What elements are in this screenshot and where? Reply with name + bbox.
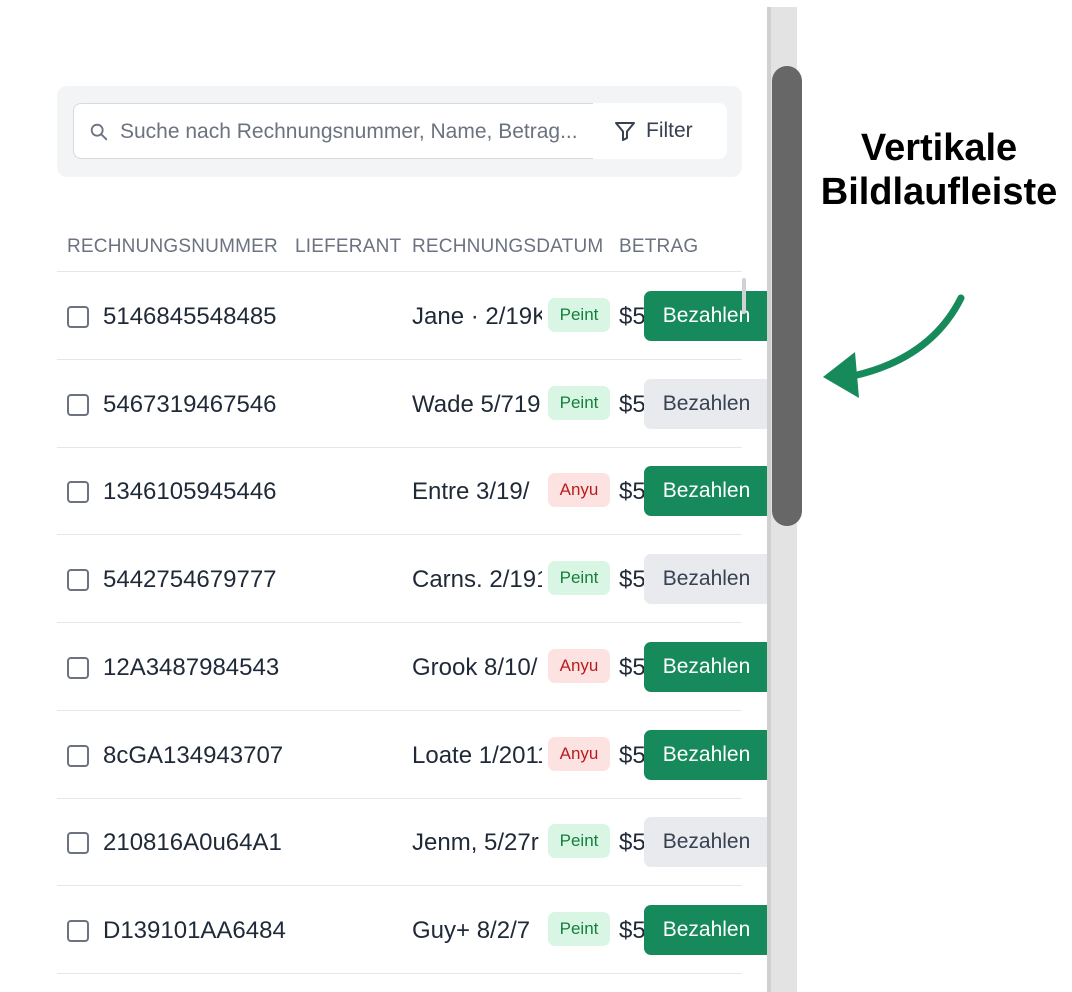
amount: $5 <box>619 829 646 857</box>
search-icon <box>90 123 108 141</box>
status-badge: Peint <box>548 911 610 946</box>
filter-button[interactable]: Filter <box>593 103 727 159</box>
supplier-date: Guy+ 8/2/7 <box>412 916 531 944</box>
pay-button[interactable]: Bezahlen <box>644 466 769 517</box>
column-header-invoice-number[interactable]: RECHNUNGSNUMMER <box>67 236 278 258</box>
table-row: 12A3487984543 Grook 8/10/Anyu $5 Bezahlen <box>57 623 769 711</box>
status-badge: Anyu <box>548 473 610 508</box>
row-checkbox[interactable] <box>67 832 89 855</box>
filter-label: Filter <box>646 119 693 142</box>
invoice-number: 5146845548485 <box>103 303 277 330</box>
status-badge: Peint <box>548 385 610 420</box>
invoice-number: 5442754679777 <box>103 566 277 594</box>
callout-line-2: Bildlaufleiste <box>820 171 1058 213</box>
supplier-date: Jane · 2/19K <box>412 303 542 330</box>
invoice-number: 210816A0u64A1 <box>103 829 282 857</box>
row-checkbox[interactable] <box>67 481 89 504</box>
table-row: 8cGA134943707 Loate 1/2011 Anyu $5 Bezahlen <box>57 711 769 799</box>
row-checkbox[interactable] <box>67 919 89 942</box>
amount: $5 <box>619 303 646 330</box>
row-checkbox[interactable] <box>67 393 89 416</box>
supplier-date: Jenm, 5/27r <box>412 829 539 857</box>
status-badge: Peint <box>548 824 610 859</box>
status-badge: Anyu <box>548 736 610 771</box>
search-input[interactable]: Suche nach Rechnungsnummer, Name, Betrag… <box>73 103 593 159</box>
scrollbar-callout: Vertikale Bildlaufleiste <box>808 126 1070 214</box>
curved-arrow-icon <box>823 294 965 398</box>
table-row: 5467319467546 Wade 5/719 Peint $5 Bezahlen <box>57 360 769 448</box>
row-checkbox[interactable] <box>67 569 89 592</box>
supplier-date: Grook 8/10/ <box>412 653 538 681</box>
status-badge: Peint <box>548 561 610 596</box>
status-badge: Peint <box>548 298 610 332</box>
supplier-date: Loate 1/2011 <box>412 741 542 769</box>
pay-button[interactable]: Bezahlen <box>644 904 769 955</box>
amount: $5 <box>619 653 646 681</box>
invoice-number: 12A3487984543 <box>103 653 280 681</box>
search-toolbar: Suche nach Rechnungsnummer, Name, Betrag… <box>57 86 742 177</box>
invoice-number: 8cGA134943707 <box>103 741 284 769</box>
status-badge: Anyu <box>548 648 610 683</box>
amount: $5 <box>619 741 646 769</box>
table-row: 5442754679777 Carns. 2/191 Peint $5 Bezahlen <box>57 535 769 624</box>
pay-button[interactable]: Bezahlen <box>644 291 769 341</box>
table-row: D139101AA6484 Guy+ 8/2/7 Peint $5 Bezahlen <box>57 886 769 974</box>
pay-button[interactable]: Bezahlen <box>644 817 769 868</box>
column-header-invoice-date[interactable]: RECHNUNGSDATUM <box>412 236 603 258</box>
table-row: 210816A0u64A1 Jenm, 5/27r Peint $5 Bezahlen <box>57 798 769 887</box>
invoice-number: 1346105945446 <box>103 478 277 506</box>
filter-icon <box>615 122 635 141</box>
amount: $5 <box>619 478 646 506</box>
row-checkbox[interactable] <box>67 744 89 767</box>
pay-button[interactable]: Bezahlen <box>644 729 769 780</box>
table-row: 5146845548485 Jane · 2/19K Peint $5 Bezahlen <box>57 272 769 360</box>
amount: $5 <box>619 566 646 594</box>
search-placeholder: Suche nach Rechnungsnummer, Name, Betrag… <box>120 120 578 143</box>
column-header-supplier[interactable]: LIEFERANT <box>295 236 401 258</box>
column-header-amount[interactable]: BETRAG <box>619 236 698 258</box>
table-scroll-indicator[interactable] <box>742 278 746 314</box>
supplier-date: Carns. 2/191 <box>412 566 542 594</box>
pay-button[interactable]: Bezahlen <box>644 641 769 692</box>
row-checkbox[interactable] <box>67 656 89 679</box>
scrollbar-thumb[interactable] <box>772 66 802 526</box>
amount: $5 <box>619 916 646 944</box>
row-checkbox[interactable] <box>67 306 89 328</box>
invoice-number: 5467319467546 <box>103 390 277 418</box>
callout-line-1: Vertikale <box>860 127 1018 169</box>
table-row: 1346105945446 Entre 3/19/Anyu $5 Bezahlen <box>57 447 769 536</box>
amount: $5 <box>619 390 646 418</box>
row-divider <box>57 972 742 974</box>
pay-button[interactable]: Bezahlen <box>644 378 769 429</box>
supplier-date: Wade 5/719 <box>412 390 541 418</box>
supplier-date: Entre 3/19/ <box>412 478 530 506</box>
pay-button[interactable]: Bezahlen <box>644 554 769 605</box>
invoice-number: D139101AA6484 <box>103 916 286 944</box>
